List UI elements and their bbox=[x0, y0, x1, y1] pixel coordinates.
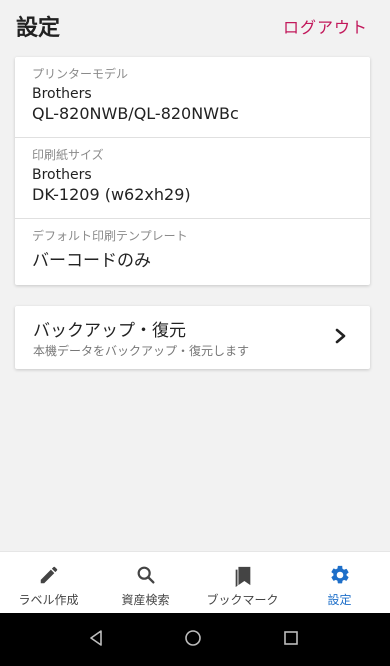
backup-restore-item[interactable]: バックアップ・復元 本機データをバックアップ・復元します bbox=[15, 306, 370, 369]
app-header: 設定 ログアウト bbox=[0, 0, 390, 52]
paper-size-row[interactable]: 印刷紙サイズ Brothers DK-1209 (w62xh29) bbox=[15, 137, 370, 218]
nav-label-bookmark: ブックマーク bbox=[206, 593, 279, 607]
bookmark-icon bbox=[235, 566, 250, 587]
printer-model-label: プリンターモデル bbox=[32, 67, 129, 81]
chevron-right-icon bbox=[335, 328, 346, 344]
logout-button[interactable]: ログアウト bbox=[283, 14, 368, 38]
backup-subtitle: 本機データをバックアップ・復元します bbox=[33, 344, 250, 358]
nav-label-settings: 設定 bbox=[327, 593, 352, 607]
printer-model-value: QL-820NWB/QL-820NWBc bbox=[32, 104, 239, 123]
printer-model-brand: Brothers bbox=[32, 86, 92, 102]
default-template-value: バーコードのみ bbox=[32, 251, 151, 271]
back-icon[interactable] bbox=[88, 629, 104, 647]
gear-icon bbox=[330, 565, 349, 584]
home-icon[interactable] bbox=[184, 629, 202, 647]
search-icon bbox=[137, 566, 155, 584]
system-navigation-bar bbox=[0, 613, 390, 666]
nav-item-asset-search[interactable]: 資産検索 bbox=[97, 552, 194, 614]
paper-size-label: 印刷紙サイズ bbox=[32, 148, 104, 162]
pencil-icon bbox=[40, 566, 57, 584]
nav-item-label-create[interactable]: ラベル作成 bbox=[0, 552, 97, 614]
page-title: 設定 bbox=[16, 16, 61, 41]
bottom-navigation: ラベル作成 資産検索 ブックマーク 設定 bbox=[0, 551, 390, 613]
backup-title: バックアップ・復元 bbox=[33, 321, 186, 341]
nav-label-asset-search: 資産検索 bbox=[121, 593, 170, 607]
paper-size-brand: Brothers bbox=[32, 167, 92, 183]
nav-label-label-create: ラベル作成 bbox=[18, 593, 79, 607]
settings-card: プリンターモデル Brothers QL-820NWB/QL-820NWBc 印… bbox=[15, 57, 370, 285]
paper-size-value: DK-1209 (w62xh29) bbox=[32, 185, 191, 204]
default-template-row[interactable]: デフォルト印刷テンプレート バーコードのみ bbox=[15, 218, 370, 285]
nav-item-settings[interactable]: 設定 bbox=[291, 552, 388, 614]
recent-apps-icon[interactable] bbox=[283, 629, 299, 647]
nav-item-bookmark[interactable]: ブックマーク bbox=[194, 552, 291, 614]
default-template-label: デフォルト印刷テンプレート bbox=[32, 229, 188, 243]
printer-model-row[interactable]: プリンターモデル Brothers QL-820NWB/QL-820NWBc bbox=[15, 57, 370, 137]
